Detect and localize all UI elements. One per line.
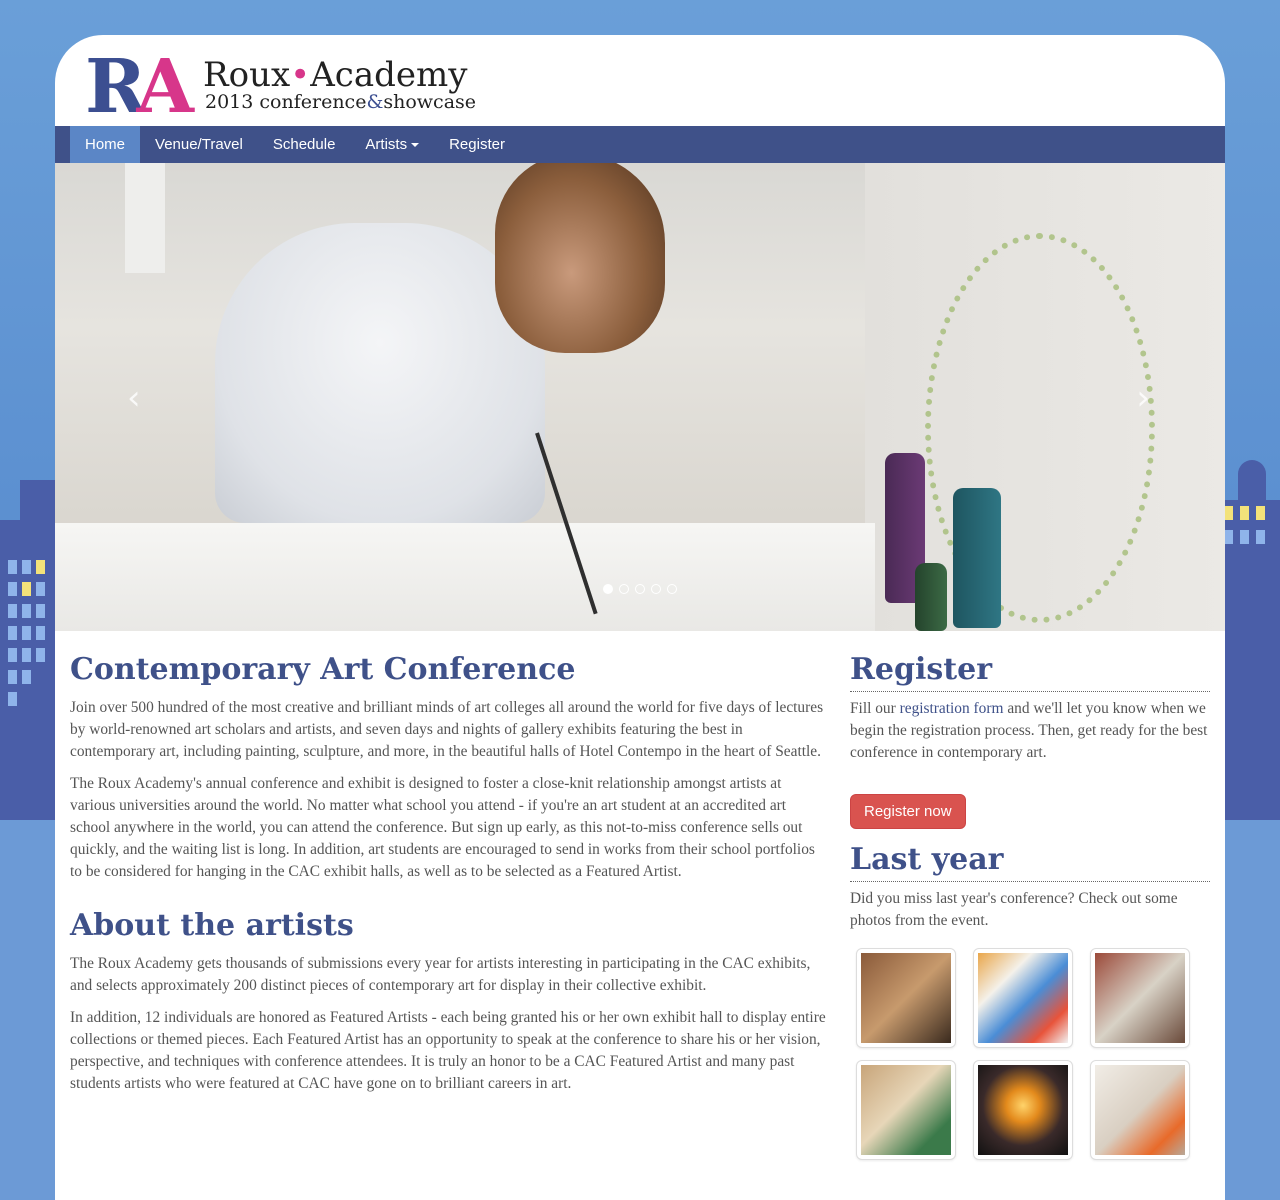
nav-schedule[interactable]: Schedule [258,126,351,163]
skyline-left-decoration [0,440,60,820]
intro-paragraph: Join over 500 hundred of the most creati… [70,699,824,760]
nav-venue-travel[interactable]: Venue/Travel [140,126,258,163]
carousel-indicator[interactable] [603,584,613,594]
sidebar: Register Fill our registration form and … [850,649,1210,1160]
carousel-indicator[interactable] [635,584,645,594]
main-content: Contemporary Art Conference Join over 50… [70,649,830,1105]
carousel-next-icon[interactable]: › [1136,378,1150,418]
register-text: Fill our registration form and we'll let… [850,700,1208,761]
caret-down-icon [411,143,420,148]
registration-form-link[interactable]: registration form [900,700,1004,717]
gallery-thumbnail[interactable] [1090,1060,1190,1160]
roux-academy-logo[interactable]: RA Roux•Academy 2013 conference&showcase [85,47,505,127]
gallery-thumbnail[interactable] [973,948,1073,1048]
slide-table [55,523,875,631]
nav-home[interactable]: Home [70,126,141,163]
artists-paragraph-1: The Roux Academy gets thousands of submi… [70,955,811,994]
nav-register[interactable]: Register [434,126,520,163]
slide-bottle-green [915,563,947,631]
gallery-thumbnail[interactable] [856,1060,956,1160]
nav-artists-dropdown[interactable]: Artists [350,126,434,163]
carousel-indicators [603,584,677,594]
register-now-button[interactable]: Register now [850,794,966,829]
logo-subtitle: 2013 conference&showcase [205,91,477,113]
gallery-thumbnail[interactable] [973,1060,1073,1160]
photo-gallery [856,948,1210,1160]
about-conference-paragraph: The Roux Academy's annual conference and… [70,775,815,880]
ra-monogram: RA [85,44,194,130]
nav-artists-label: Artists [365,136,408,153]
hero-carousel[interactable]: ‹ › [55,163,1225,631]
logo-wordmark: Roux•Academy [203,55,468,95]
skyline-right-decoration [1220,440,1280,820]
about-artists-heading: About the artists [70,908,354,943]
carousel-indicator[interactable] [651,584,661,594]
slide-bottle-teal [953,488,1001,628]
last-year-heading: Last year [850,839,1210,882]
main-navbar: Home Venue/Travel Schedule Artists Regis… [55,126,1225,163]
carousel-indicator[interactable] [667,584,677,594]
page-title: Contemporary Art Conference [70,652,576,687]
artists-paragraph-2: In addition, 12 individuals are honored … [70,1009,826,1092]
register-heading: Register [850,649,1210,692]
page-container: RA Roux•Academy 2013 conference&showcase… [55,35,1225,1200]
gallery-thumbnail[interactable] [856,948,956,1048]
last-year-text: Did you miss last year's conference? Che… [850,890,1178,929]
carousel-indicator[interactable] [619,584,629,594]
carousel-prev-icon[interactable]: ‹ [127,378,141,418]
gallery-thumbnail[interactable] [1090,948,1190,1048]
slide-artist-head [495,163,665,353]
slide-frame-decoration [125,163,165,273]
